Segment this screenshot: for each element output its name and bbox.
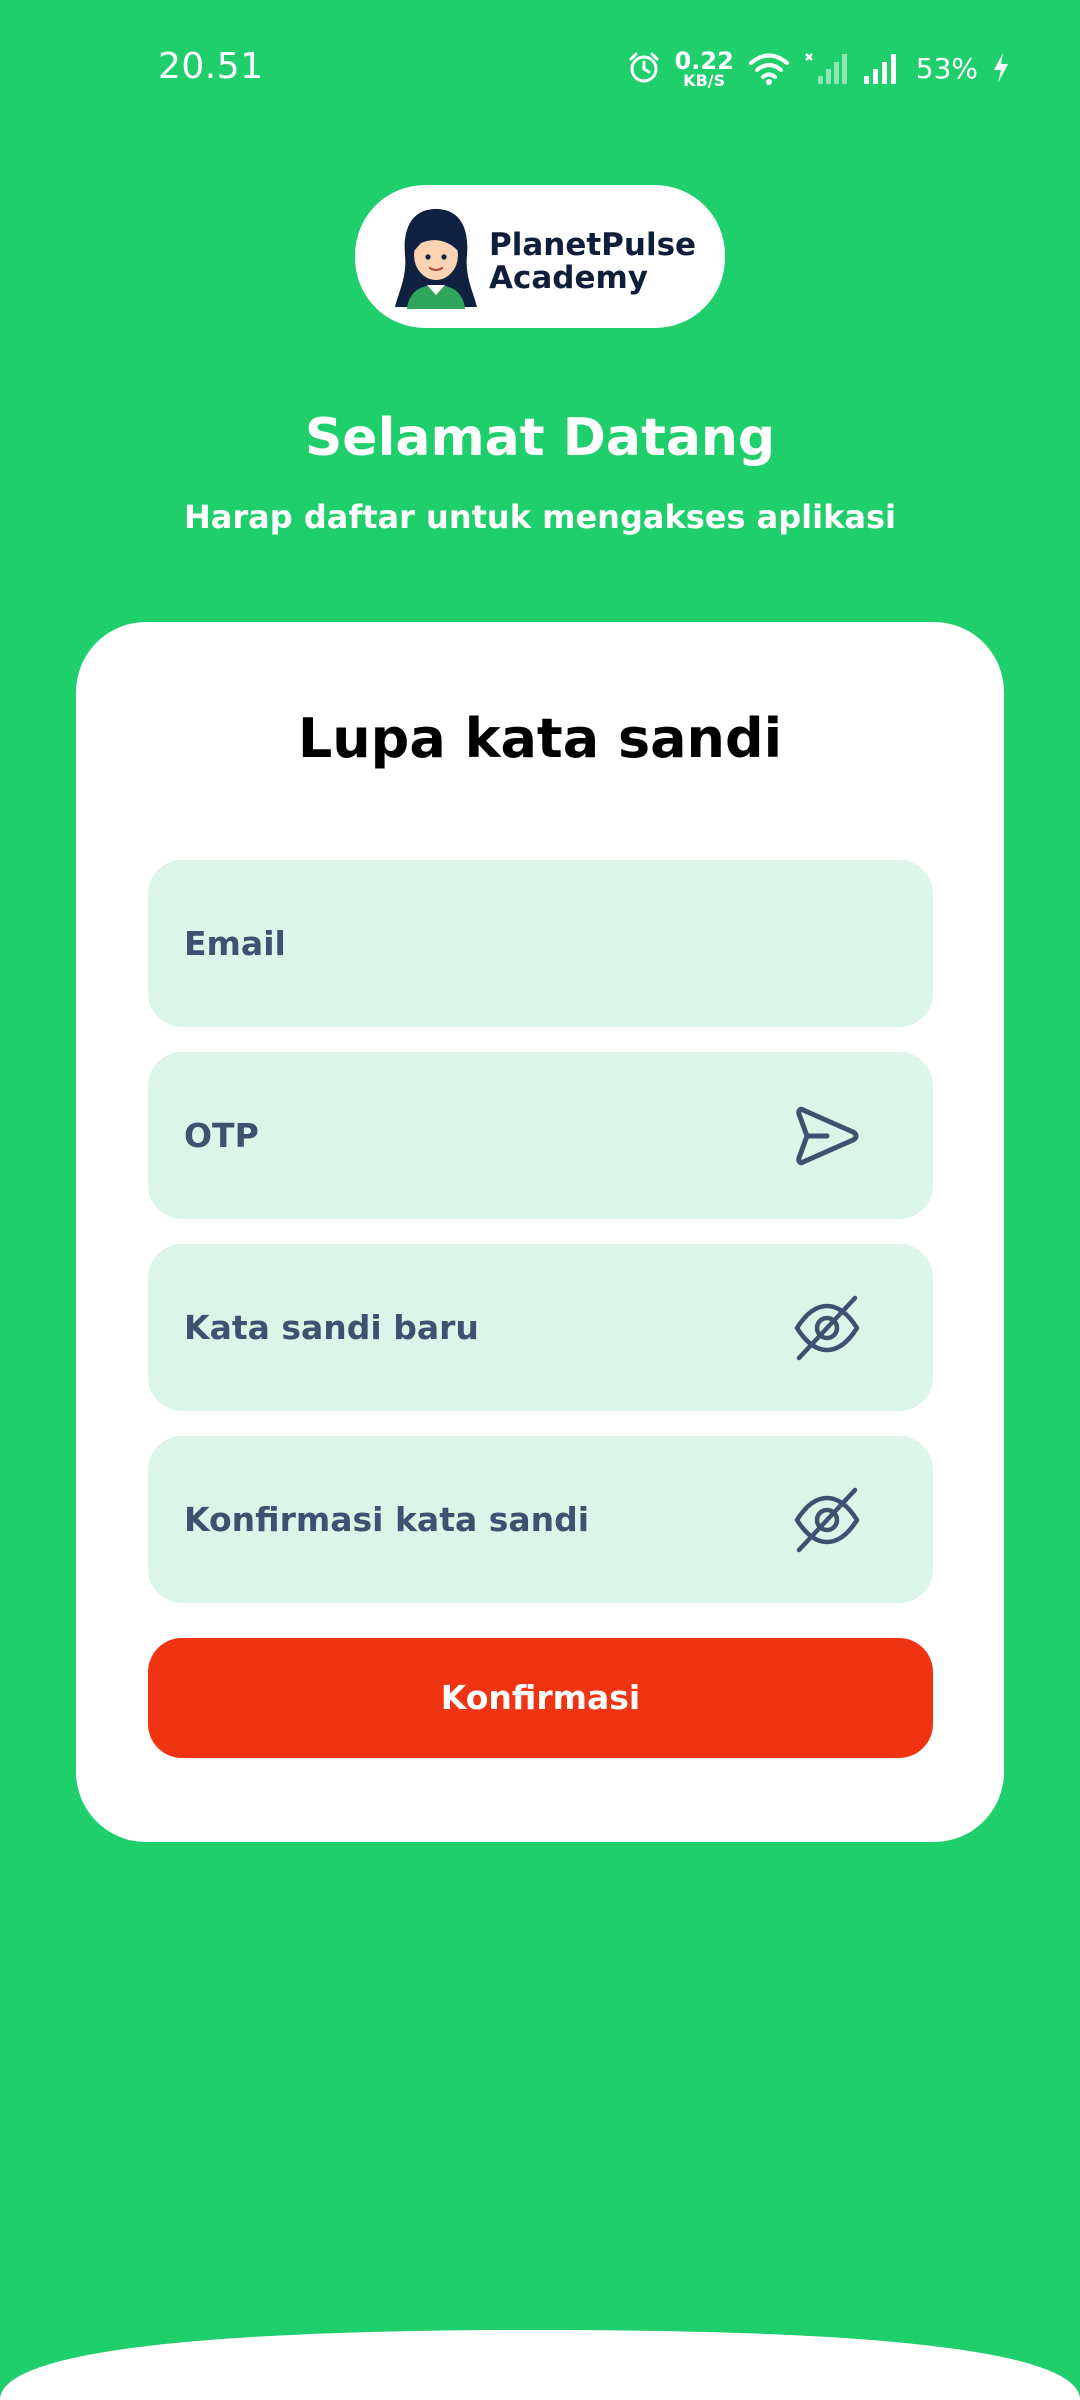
new-password-placeholder: Kata sandi baru xyxy=(184,1308,479,1347)
signal-sim1-no-service-icon xyxy=(804,53,847,84)
status-time: 20.51 xyxy=(158,46,264,87)
logo-line-2: Academy xyxy=(489,260,649,296)
otp-placeholder: OTP xyxy=(184,1116,259,1155)
card-title: Lupa kata sandi xyxy=(297,707,783,770)
send-icon[interactable] xyxy=(793,1102,861,1170)
charging-icon xyxy=(994,53,1008,83)
confirm-password-field[interactable]: Konfirmasi kata sandi xyxy=(148,1436,933,1603)
network-speed-value: 0.22 xyxy=(674,47,734,75)
otp-field[interactable]: OTP xyxy=(148,1052,933,1219)
logo-text: PlanetPulse Academy xyxy=(489,229,696,295)
forgot-password-card: Lupa kata sandi Email OTP Kata sandi bar… xyxy=(76,622,1004,1842)
girl-avatar-icon xyxy=(395,209,477,309)
network-speed: 0.22 KB/S xyxy=(675,49,734,89)
status-bar: 20.51 0.22 KB/S 53% xyxy=(0,0,1080,140)
email-placeholder: Email xyxy=(184,924,286,963)
app-logo: PlanetPulse Academy xyxy=(355,185,725,328)
network-speed-unit: KB/S xyxy=(683,71,726,90)
alarm-icon xyxy=(629,52,659,83)
eye-off-icon[interactable] xyxy=(793,1486,861,1554)
welcome-title: Selamat Datang xyxy=(304,408,776,468)
bottom-curve-decoration xyxy=(0,2330,1080,2400)
welcome-subtitle: Harap daftar untuk mengakses aplikasi xyxy=(184,498,896,536)
confirm-password-placeholder: Konfirmasi kata sandi xyxy=(184,1500,590,1539)
wifi-icon xyxy=(748,53,789,85)
status-icons: 0.22 KB/S 53% xyxy=(627,44,1010,92)
new-password-field[interactable]: Kata sandi baru xyxy=(148,1244,933,1411)
logo-line-1: PlanetPulse xyxy=(489,227,697,263)
battery-percent: 53% xyxy=(915,51,978,85)
signal-sim2-icon xyxy=(863,54,896,84)
email-field[interactable]: Email xyxy=(148,860,933,1027)
confirm-button[interactable]: Konfirmasi xyxy=(148,1638,933,1758)
eye-off-icon[interactable] xyxy=(793,1294,861,1362)
